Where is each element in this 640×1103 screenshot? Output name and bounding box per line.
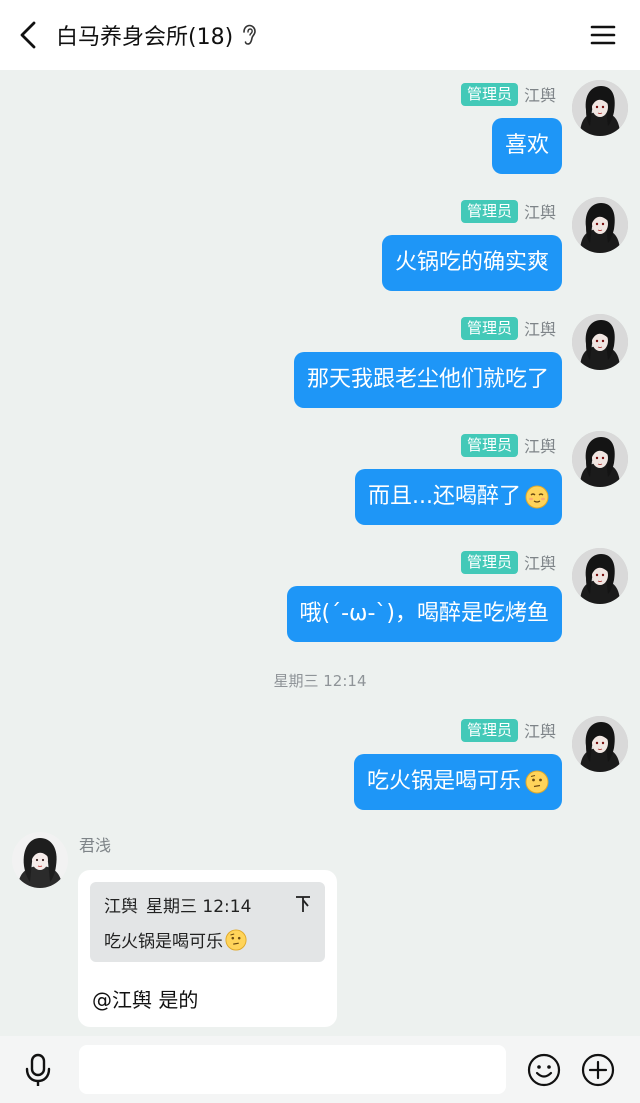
- admin-badge: 管理员: [460, 433, 518, 457]
- message-bubble[interactable]: 而且...还喝醉了: [355, 469, 562, 525]
- ear-icon: [241, 24, 257, 46]
- quote-time: 星期三 12:14: [146, 897, 252, 917]
- thinking-face-icon: [225, 928, 247, 951]
- emoji-button[interactable]: [524, 1050, 564, 1090]
- message-item: 管理员 江舆 哦(´-ω-`)，喝醉是吃烤鱼: [0, 540, 640, 648]
- quote-sender: 江舆: [104, 897, 138, 917]
- message-text: 喜欢: [504, 133, 549, 158]
- jump-to-message-icon[interactable]: [293, 894, 313, 914]
- message-item: 管理员 江舆 喜欢: [0, 72, 640, 180]
- message-bubble[interactable]: 哦(´-ω-`)，喝醉是吃烤鱼: [286, 586, 562, 642]
- avatar[interactable]: [572, 548, 628, 604]
- incoming-message: 君浅 江舆 星期三 12:14 吃火锅是喝可乐 @江舆 是的: [0, 832, 640, 1032]
- voice-button[interactable]: [18, 1050, 58, 1090]
- relieved-face-icon: [525, 485, 549, 509]
- emoji-face-icon: [527, 1053, 561, 1087]
- menu-button[interactable]: [586, 18, 620, 52]
- avatar[interactable]: [572, 314, 628, 370]
- quote-text: 吃火锅是喝可乐: [104, 932, 223, 952]
- group-title[interactable]: 白马养身会所(18): [56, 19, 233, 51]
- avatar[interactable]: [572, 80, 628, 136]
- microphone-icon: [25, 1053, 51, 1086]
- time-divider: 星期三 12:14: [273, 672, 367, 690]
- message-bubble[interactable]: 火锅吃的确实爽: [381, 235, 562, 291]
- reply-bubble[interactable]: 江舆 星期三 12:14 吃火锅是喝可乐 @江舆 是的: [78, 870, 337, 1027]
- avatar[interactable]: [12, 832, 68, 888]
- reply-text: @江舆 是的: [92, 988, 199, 1012]
- message-item: 管理员 江舆 那天我跟老尘他们就吃了: [0, 306, 640, 414]
- admin-badge: 管理员: [460, 316, 518, 340]
- avatar[interactable]: [572, 716, 628, 772]
- admin-badge: 管理员: [460, 199, 518, 223]
- quoted-message[interactable]: 江舆 星期三 12:14 吃火锅是喝可乐: [90, 882, 325, 962]
- avatar[interactable]: [572, 197, 628, 253]
- sender-name[interactable]: 江舆: [524, 550, 556, 574]
- sender-name[interactable]: 江舆: [524, 82, 556, 106]
- chat-header: 白马养身会所(18): [0, 0, 640, 70]
- sender-name[interactable]: 江舆: [524, 718, 556, 742]
- message-bubble[interactable]: 那天我跟老尘他们就吃了: [293, 352, 562, 408]
- message-item: 管理员 江舆 火锅吃的确实爽: [0, 189, 640, 297]
- message-text: 而且...还喝醉了: [368, 484, 521, 509]
- avatar[interactable]: [572, 431, 628, 487]
- more-button[interactable]: [578, 1050, 618, 1090]
- message-text: 哦(´-ω-`)，喝醉是吃烤鱼: [299, 601, 549, 626]
- sender-name[interactable]: 江舆: [524, 199, 556, 223]
- sender-name[interactable]: 江舆: [524, 433, 556, 457]
- thinking-face-icon: [525, 770, 549, 794]
- sender-name[interactable]: 君浅: [79, 832, 111, 856]
- menu-icon: [590, 25, 616, 45]
- message-text: 那天我跟老尘他们就吃了: [306, 367, 549, 392]
- message-bubble[interactable]: 吃火锅是喝可乐: [353, 754, 562, 810]
- message-text: 吃火锅是喝可乐: [366, 769, 521, 794]
- message-bubble[interactable]: 喜欢: [491, 118, 562, 174]
- back-arrow-icon: [20, 21, 36, 49]
- admin-badge: 管理员: [460, 82, 518, 106]
- message-item: 管理员 江舆 而且...还喝醉了: [0, 423, 640, 531]
- message-list[interactable]: 管理员 江舆 喜欢 管理员 江舆 火锅吃的确实爽 管理员 江舆 那天我跟老尘他们…: [0, 70, 640, 1036]
- message-input[interactable]: [79, 1045, 506, 1094]
- input-bar: [0, 1036, 640, 1103]
- plus-circle-icon: [581, 1053, 615, 1087]
- message-text: 火锅吃的确实爽: [394, 250, 549, 275]
- admin-badge: 管理员: [460, 718, 518, 742]
- admin-badge: 管理员: [460, 550, 518, 574]
- message-item: 管理员 江舆 吃火锅是喝可乐: [0, 708, 640, 816]
- sender-name[interactable]: 江舆: [524, 316, 556, 340]
- back-button[interactable]: [8, 15, 48, 55]
